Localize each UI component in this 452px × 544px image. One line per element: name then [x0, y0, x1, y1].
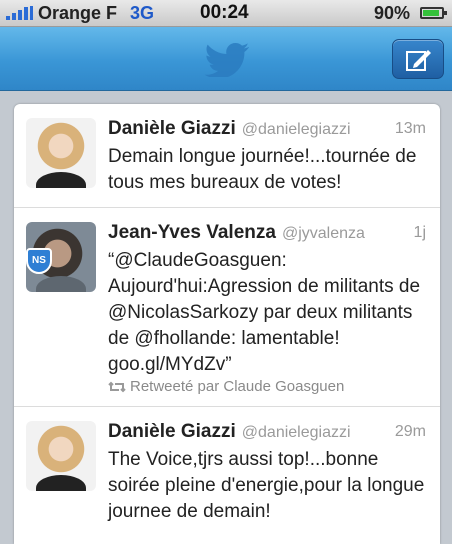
compose-button[interactable]: [392, 39, 444, 79]
signal-icon: [6, 6, 34, 20]
status-bar: Orange F 3G 00:24 90%: [0, 0, 452, 27]
nav-bar: [0, 27, 452, 91]
compose-icon: [406, 50, 431, 71]
tweet-time: 29m: [394, 423, 426, 440]
battery-icon: [420, 7, 447, 19]
tweet-text: The Voice,tjrs aussi top!...bonne soirée…: [108, 449, 425, 522]
tweet-item[interactable]: Danièle Giazzi @danielegiazzi 13m Demain …: [14, 104, 440, 208]
tweet-text: “@ClaudeGoasguen: Aujourd'hui:Agression …: [108, 250, 421, 375]
user-avatar[interactable]: [26, 118, 96, 188]
author-handle: @danielegiazzi: [241, 424, 351, 441]
tweet-item[interactable]: Danièle Giazzi @danielegiazzi 29m The Voi…: [14, 407, 440, 544]
author-handle: @jyvalenza: [281, 225, 365, 242]
retweet-info: Retweeté par Claude Goasguen: [108, 378, 344, 395]
tweet-item[interactable]: NS Jean-Yves Valenza @jyvalenza 1j “@Clau…: [14, 208, 440, 407]
tweet-timeline[interactable]: Danièle Giazzi @danielegiazzi 13m Demain …: [14, 104, 440, 544]
tweet-author: Danièle Giazzi @danielegiazzi: [108, 118, 351, 140]
tweet-author: Jean-Yves Valenza @jyvalenza: [108, 222, 365, 244]
battery-percentage: 90%: [374, 3, 411, 23]
tweet-author: Danièle Giazzi @danielegiazzi: [108, 421, 351, 443]
clock: 00:24: [200, 2, 249, 23]
tweet-time: 13m: [394, 120, 426, 137]
ns-badge: NS: [26, 248, 52, 274]
retweet-icon: [108, 381, 126, 393]
retweet-label: Retweeté par Claude Goasguen: [130, 378, 345, 395]
twitter-bird-icon[interactable]: [204, 43, 250, 77]
carrier-name: Orange F: [38, 3, 118, 23]
tweet-text: Demain longue journée!...tournée de tous…: [108, 146, 417, 193]
author-name: Danièle Giazzi: [108, 118, 236, 139]
network-type: 3G: [130, 3, 155, 23]
tweet-time: 1j: [413, 224, 426, 241]
author-name: Danièle Giazzi: [108, 421, 236, 442]
user-avatar[interactable]: [26, 421, 96, 491]
author-name: Jean-Yves Valenza: [108, 222, 276, 243]
author-handle: @danielegiazzi: [241, 121, 351, 138]
